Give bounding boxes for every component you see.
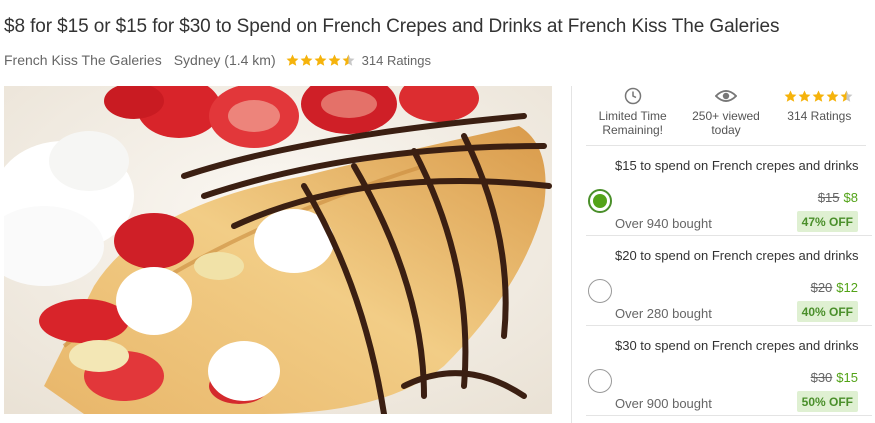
views-stat: 250+ viewed today bbox=[679, 86, 772, 145]
rating-stars[interactable] bbox=[286, 54, 356, 67]
deal-title: $8 for $15 or $15 for $30 to Spend on Fr… bbox=[4, 16, 780, 37]
bought-count: Over 900 bought bbox=[615, 396, 712, 411]
deal-subline: French Kiss The Galeries Sydney (1.4 km)… bbox=[4, 52, 431, 68]
merchant-link[interactable]: French Kiss The Galeries bbox=[4, 52, 162, 68]
discount-badge: 40% OFF bbox=[796, 301, 858, 322]
original-price: $20 bbox=[810, 280, 833, 295]
option-title: $15 to spend on French crepes and drinks bbox=[615, 158, 859, 173]
clock-icon bbox=[624, 87, 641, 105]
deal-option-1[interactable]: $15 to spend on French crepes and drinks… bbox=[586, 146, 872, 236]
deal-stats: Limited Time Remaining! 250+ viewed toda… bbox=[586, 86, 866, 146]
star-icon bbox=[286, 54, 299, 66]
rating-stars-small bbox=[784, 90, 854, 103]
option-title: $20 to spend on French crepes and drinks bbox=[615, 248, 859, 263]
half-star-icon bbox=[342, 54, 355, 66]
views-line1: 250+ viewed bbox=[692, 109, 760, 123]
location-text: Sydney (1.4 km) bbox=[173, 52, 276, 68]
star-icon bbox=[784, 90, 797, 102]
crepe-illustration bbox=[4, 86, 552, 414]
option-title: $30 to spend on French crepes and drinks bbox=[615, 338, 859, 353]
eye-icon bbox=[714, 90, 737, 102]
ratings-count-link[interactable]: 314 Ratings bbox=[362, 53, 431, 68]
star-icon bbox=[826, 90, 839, 102]
rating-stat[interactable]: 314 Ratings bbox=[773, 86, 866, 145]
star-icon bbox=[798, 90, 811, 102]
limited-time-line2: Remaining! bbox=[602, 123, 664, 137]
option-radio[interactable] bbox=[588, 369, 612, 393]
views-line2: today bbox=[711, 123, 741, 137]
limited-time-line1: Limited Time bbox=[598, 109, 667, 123]
deal-options-panel: Limited Time Remaining! 250+ viewed toda… bbox=[571, 86, 875, 423]
deal-price: $15 bbox=[836, 370, 858, 385]
deal-option-3[interactable]: $30 to spend on French crepes and drinks… bbox=[586, 326, 872, 416]
discount-badge: 47% OFF bbox=[796, 211, 858, 232]
limited-time-stat: Limited Time Remaining! bbox=[586, 86, 679, 145]
star-icon bbox=[812, 90, 825, 102]
hero-image bbox=[4, 86, 552, 414]
deal-price: $8 bbox=[843, 190, 858, 205]
option-prices: $20 $12 bbox=[811, 280, 858, 295]
half-star-icon bbox=[840, 90, 853, 102]
option-prices: $15 $8 bbox=[818, 190, 858, 205]
bought-count: Over 940 bought bbox=[615, 216, 712, 231]
original-price: $30 bbox=[810, 370, 833, 385]
star-icon bbox=[314, 54, 327, 66]
option-radio-selected[interactable] bbox=[588, 189, 612, 213]
original-price: $15 bbox=[817, 190, 840, 205]
rating-stat-text: 314 Ratings bbox=[787, 109, 852, 123]
deal-price: $12 bbox=[836, 280, 858, 295]
bought-count: Over 280 bought bbox=[615, 306, 712, 321]
discount-badge: 50% OFF bbox=[796, 391, 858, 412]
option-prices: $30 $15 bbox=[811, 370, 858, 385]
option-radio[interactable] bbox=[588, 279, 612, 303]
star-icon bbox=[328, 54, 341, 66]
star-icon bbox=[300, 54, 313, 66]
deal-option-2[interactable]: $20 to spend on French crepes and drinks… bbox=[586, 236, 872, 326]
